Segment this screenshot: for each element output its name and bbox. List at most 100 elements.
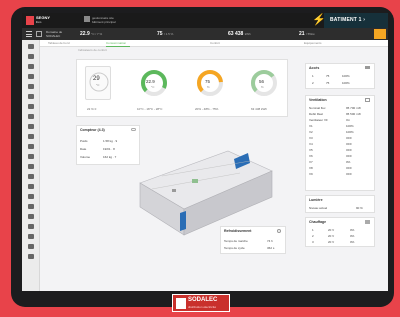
active-tab-underline (106, 46, 130, 47)
brand: SEGNY Eco (36, 15, 50, 25)
vent-row-6-value: OFF (346, 136, 352, 140)
cooling-title: Refroidissement (224, 229, 252, 233)
ventilation-icon[interactable] (365, 98, 370, 102)
ventilation-title: Ventilation (309, 98, 327, 102)
temp-unit: °C / 7 % (91, 32, 103, 36)
tab-dashboard[interactable]: Tableau de bord (48, 41, 70, 45)
section-subtitle: Indicateurs de confort (78, 48, 107, 52)
heat-row-2-c: 0% (350, 234, 355, 238)
compteur-row-2-label: Date (80, 147, 87, 151)
gauge-3-unit: % (207, 85, 210, 89)
access-row-2-a: 2 (312, 81, 314, 85)
sidebar-people-icon[interactable] (28, 184, 34, 189)
sidebar-thermo-icon[interactable] (28, 114, 34, 119)
sidebar-water-icon[interactable] (28, 134, 34, 139)
heat-row-3-c: 0% (350, 240, 355, 244)
gauge-3-label: 20% - 48% - 75% (195, 107, 219, 111)
power-stat: 21 / 55kw (299, 31, 315, 37)
sidebar-alert-icon[interactable] (28, 154, 34, 159)
sidebar-flow-icon[interactable] (28, 164, 34, 169)
gauge-4-unit: % (261, 85, 264, 89)
compteur-row-3-value: 162 kg · 7 (103, 155, 117, 159)
humidity-unit: / 1.5 % (163, 32, 174, 36)
sodalec-logo-icon (176, 298, 186, 309)
sidebar-gear-icon[interactable] (28, 244, 34, 249)
user-line2: bâtiment principal (92, 20, 116, 24)
heating-icon[interactable] (365, 220, 370, 224)
vent-row-9-label: V6 (309, 154, 313, 158)
humidity-stat: 75 / 1.5 % (157, 31, 173, 37)
site-name: Domaine de SODALEC (46, 30, 62, 38)
energy-unit: kWh (244, 32, 251, 36)
vent-row-7-label: V4 (309, 142, 313, 146)
sodalec-name: SODALEC (188, 297, 218, 303)
vent-row-12-label: V9 (309, 172, 313, 176)
sidebar-twitter-icon[interactable] (28, 84, 34, 89)
vent-row-1-label: Nominal flux (309, 106, 326, 110)
sidebar-power-icon[interactable] (28, 194, 34, 199)
ventilation-panel: Ventilation Nominal flux 95 700 m³h Débi… (305, 95, 375, 191)
brand-sub: Eco (36, 20, 42, 24)
user-info: gestionnaire site bâtiment principal (92, 16, 116, 24)
sidebar-doc-icon[interactable] (28, 214, 34, 219)
energy-value: 63 438 (228, 31, 244, 37)
grid-icon[interactable] (36, 31, 42, 37)
vent-row-11-value: OFF (346, 166, 352, 170)
bolt-icon: ⚡ (312, 14, 326, 26)
sidebar (22, 40, 40, 291)
access-icon[interactable] (365, 66, 370, 69)
sidebar-grid-icon[interactable] (28, 174, 34, 179)
cooling-icon[interactable] (277, 229, 281, 233)
sodalec-badge: SODALEC distribution électricité (172, 294, 230, 312)
compteur-title: Compteur (4.3) (80, 128, 105, 132)
vent-row-8-value: OFF (346, 148, 352, 152)
heat-row-3-b: 20 V (328, 240, 335, 244)
gauge-2-value: 22.9 (146, 79, 155, 84)
vent-row-9-value: OFF (346, 154, 352, 158)
tab-comfort[interactable]: Confort (210, 41, 220, 45)
gauge-3-value: 75 (205, 79, 211, 84)
light-label: Niveau actuel (309, 206, 328, 210)
sidebar-settings-icon[interactable] (28, 104, 34, 109)
sidebar-home-icon[interactable] (28, 44, 34, 49)
gauge-2-label: 10°C - 18°C - 28°C (137, 107, 163, 111)
sidebar-tool-icon[interactable] (28, 234, 34, 239)
gauge-4-label: 63 438 kWh (251, 107, 268, 111)
vent-row-10-label: V7 (309, 160, 313, 164)
tab-consumption[interactable]: Consommation (106, 41, 126, 45)
access-panel: Accès 1 75 100% 2 75 100% (305, 63, 375, 89)
menu-icon[interactable] (26, 31, 32, 37)
sidebar-tree-icon[interactable] (28, 144, 34, 149)
sidebar-chart-icon[interactable] (28, 64, 34, 69)
alert-button[interactable] (374, 29, 386, 39)
light-panel: Lumière Niveau actuel 90 % (305, 195, 375, 213)
app-screen: SEGNY Eco gestionnaire site bâtiment pri… (22, 13, 388, 291)
energy-stat: 63 438 kWh (228, 31, 251, 37)
gauge-4-value: 56 (259, 79, 265, 84)
temp-stat: 22.9 °C / 7 % (80, 31, 102, 37)
compteur-row-3-label: Volume (80, 155, 91, 159)
compteur-row-2-value: 19/01 · 8 (103, 147, 115, 151)
gauge-box-1: 29 °C (85, 66, 111, 100)
sidebar-cam-icon[interactable] (28, 204, 34, 209)
sidebar-map-icon[interactable] (28, 224, 34, 229)
vent-row-2-value: 95 500 m³h (346, 112, 362, 116)
sidebar-heart-icon[interactable] (28, 74, 34, 79)
cooling-panel: Refroidissement Temps de marche 74 h Tem… (220, 226, 286, 254)
tab-equipment[interactable]: Equipements (304, 41, 322, 45)
vent-row-1-value: 95 700 m³h (346, 106, 362, 110)
vent-row-3-label: Ventilateur VF (309, 118, 328, 122)
vent-row-4-label: V1 (309, 124, 313, 128)
building-selector[interactable]: BATIMENT 1 › (324, 13, 388, 28)
power-unit: / 55kw (305, 32, 315, 36)
sidebar-help-icon[interactable] (28, 254, 34, 259)
access-row-2-c: 100% (342, 81, 350, 85)
sidebar-calendar-icon[interactable] (28, 94, 34, 99)
sidebar-fan-icon[interactable] (28, 124, 34, 129)
sidebar-list-icon[interactable] (28, 54, 34, 59)
user-icon[interactable] (84, 16, 90, 22)
top-bar: SEGNY Eco gestionnaire site bâtiment pri… (22, 13, 388, 28)
vent-row-7-value: OFF (346, 142, 352, 146)
access-row-1-a: 1 (312, 74, 314, 78)
light-title: Lumière (309, 198, 323, 202)
